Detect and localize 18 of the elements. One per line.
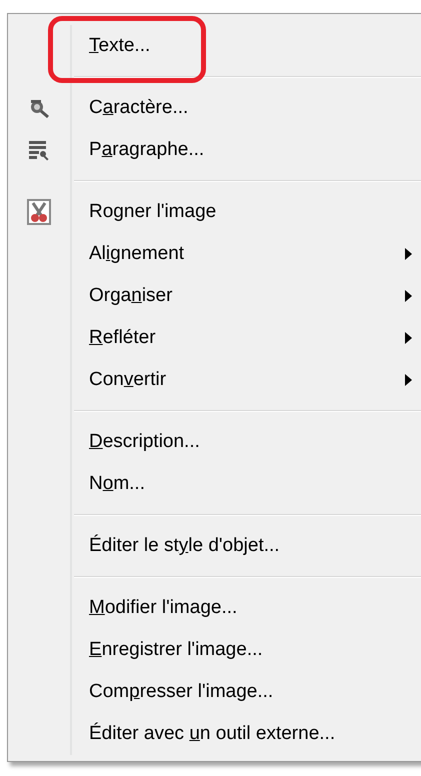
menu-item[interactable]: Compresser l'image... [89, 681, 274, 703]
menu-item[interactable]: Convertir [89, 369, 166, 391]
paragraph-magnifier-icon [28, 139, 50, 161]
menu-item[interactable]: Alignement [89, 243, 184, 265]
menu-item[interactable]: Enregistrer l'image... [89, 639, 263, 661]
menu-item[interactable]: Nom... [89, 473, 145, 495]
menu-item[interactable]: Rogner l'image [89, 201, 216, 223]
menu-item[interactable]: Organiser [89, 285, 172, 307]
menu-item[interactable]: Description... [89, 431, 200, 453]
menu-item[interactable]: Paragraphe... [89, 139, 204, 161]
menu-item[interactable]: Modifier l'image... [89, 597, 238, 619]
menu-item[interactable]: Éditer le style d'objet... [89, 535, 280, 557]
crop-scissors-icon [27, 199, 51, 225]
menu-item[interactable]: Éditer avec un outil externe... [89, 723, 336, 745]
text-magnifier-icon [28, 97, 50, 119]
menu-item[interactable]: Caractère... [89, 97, 188, 119]
menu-item[interactable]: Refléter [89, 327, 156, 349]
menu-item[interactable]: Texte... [89, 35, 150, 57]
